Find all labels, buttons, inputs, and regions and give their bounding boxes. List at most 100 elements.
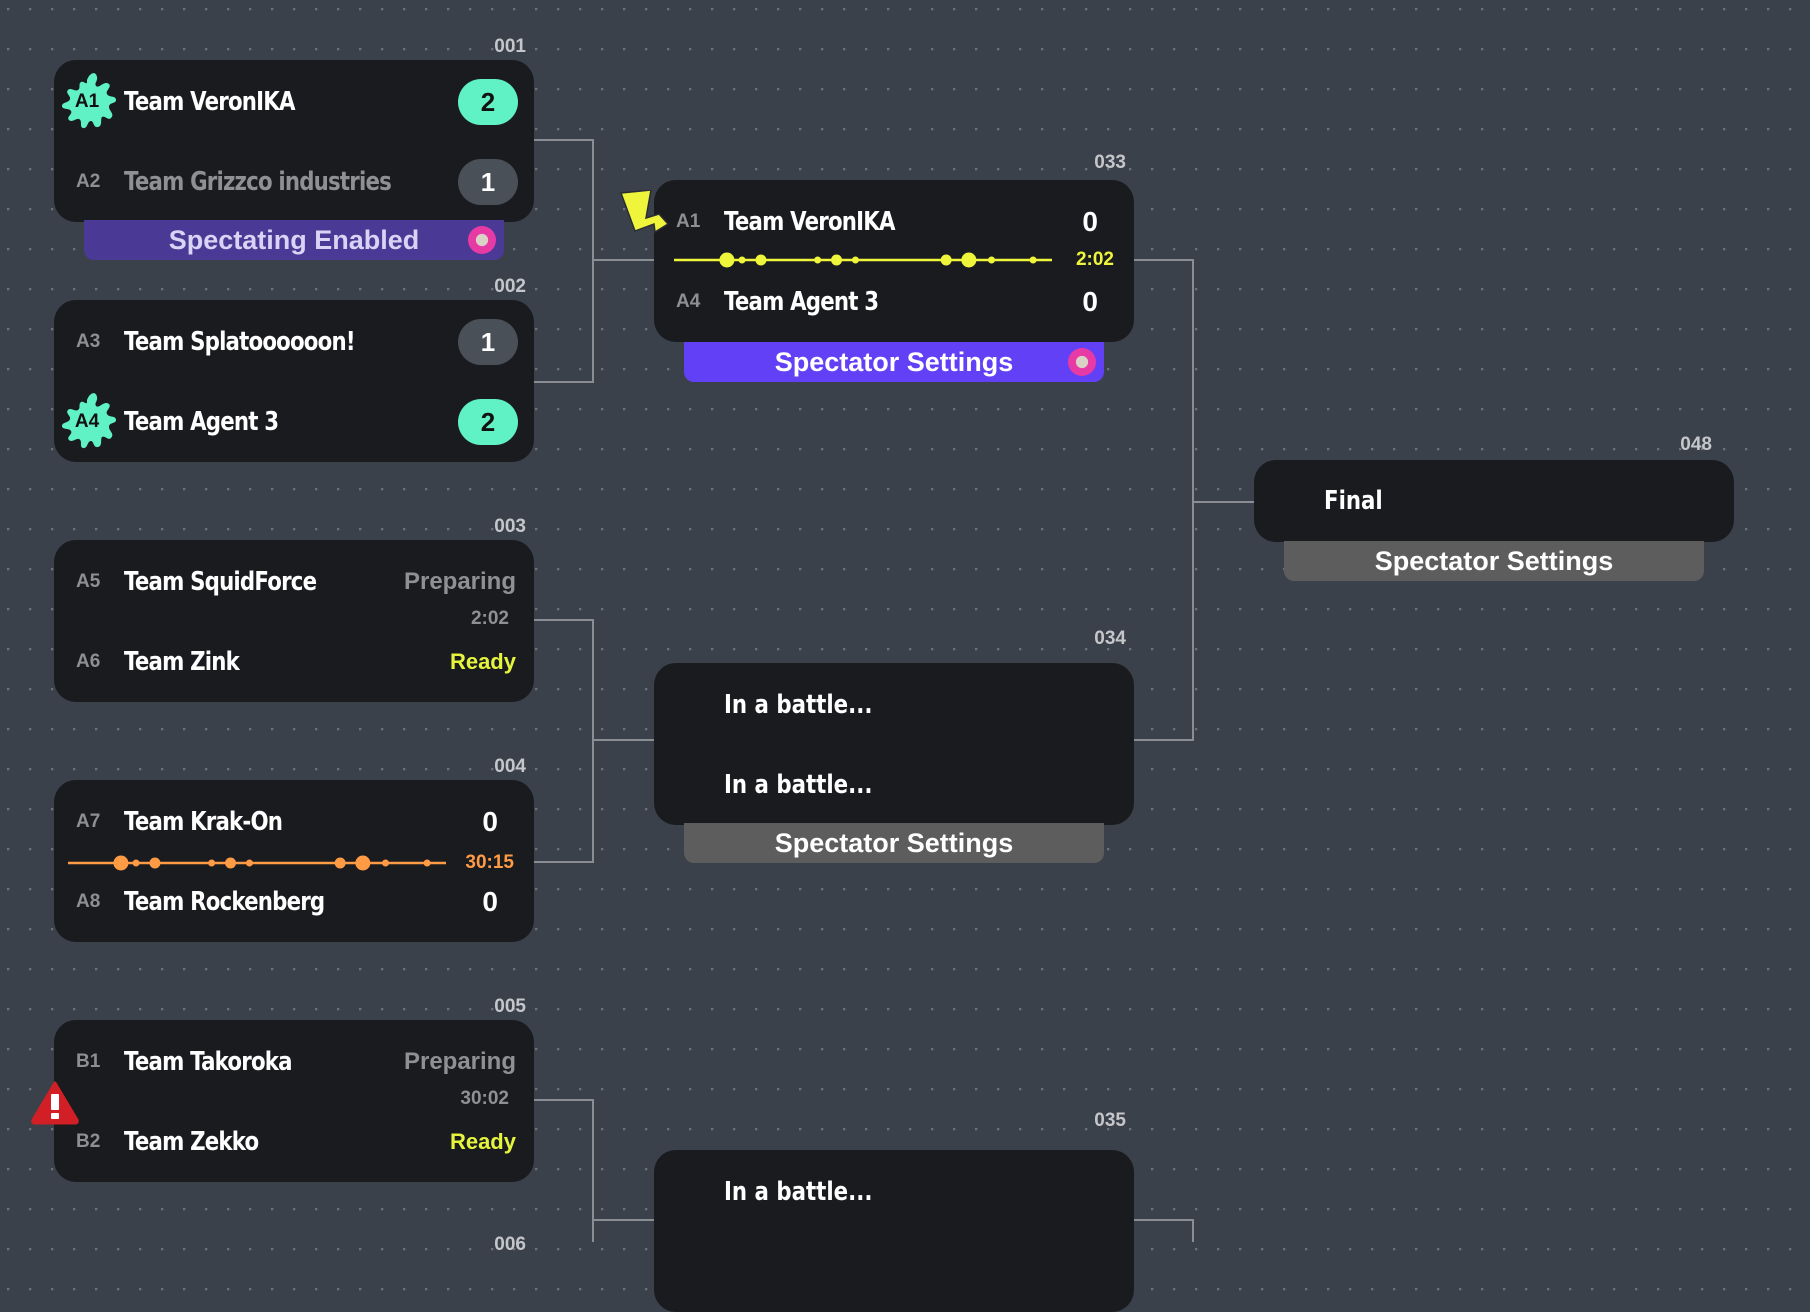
seed-label: A4 [74, 411, 100, 432]
connector-035 [1134, 1219, 1194, 1242]
match-number: 001 [494, 36, 526, 57]
spectator-bar-label: Spectator Settings [1374, 545, 1614, 576]
team-row: A4 Team Agent 3 0 [654, 272, 1134, 332]
seed-label: A6 [76, 651, 101, 672]
spectator-settings-button[interactable]: Spectator Settings [684, 342, 1104, 382]
team-row: A6 Team Zink Ready [54, 632, 534, 692]
timeline-event-dot [814, 256, 822, 264]
connector-003-004 [534, 619, 654, 863]
slot-row: In a battle... [654, 675, 1134, 735]
team-name: Team VeronIKA [124, 87, 295, 117]
spectating-enabled-bar[interactable]: Spectating Enabled [84, 220, 504, 260]
timeline-event-dot [225, 857, 237, 869]
warning-icon[interactable] [30, 1080, 80, 1126]
team-name: Team Zekko [124, 1127, 259, 1157]
team-row: A1 Team VeronIKA 0 [654, 192, 1134, 252]
seed-label: A7 [76, 811, 101, 832]
match-number-partial: 006 [494, 1234, 526, 1255]
connector-001-002 [534, 139, 654, 383]
spectator-bar-label: Spectator Settings [774, 346, 1014, 377]
timeline-event-dot [719, 252, 735, 268]
timeline-event-dot [245, 859, 253, 867]
match-timeline [674, 252, 1052, 268]
match-card-002[interactable]: A3 Team Splatoooooon! 1 A4 Team Agent 3 … [54, 300, 534, 462]
selection-pointer-icon [620, 190, 670, 234]
timeline-event-dot [423, 859, 431, 867]
slot-placeholder: In a battle... [724, 690, 873, 720]
spectator-bar-label: Spectating Enabled [168, 224, 420, 255]
match-number: 048 [1680, 434, 1712, 455]
slot-placeholder: In a battle... [724, 770, 873, 800]
spectator-settings-button[interactable]: Spectator Settings [1284, 541, 1704, 581]
match-number: 033 [1094, 152, 1126, 173]
team-score: 0 [482, 806, 498, 837]
team-name: Team Grizzco industries [124, 167, 392, 197]
match-timer: 2:02 [470, 608, 509, 629]
connector-005-006 [534, 1099, 654, 1242]
team-score: 0 [1082, 286, 1098, 317]
team-name: Team SquidForce [124, 567, 317, 597]
timeline-event-dot [988, 256, 996, 264]
winner-splat-icon: A1 [58, 70, 116, 134]
score-pill: 1 [458, 319, 518, 365]
team-score: 0 [482, 886, 498, 917]
connector-033-034 [1134, 259, 1254, 741]
timeline-event-dot [132, 859, 140, 867]
timeline-event-dot [1029, 256, 1037, 264]
timeline-event-dot [831, 254, 843, 266]
timeline-event-dot [113, 855, 129, 871]
team-name: Team Agent 3 [724, 287, 879, 317]
timeline-event-dot [851, 256, 859, 264]
spectator-avatar-icon [1068, 348, 1096, 376]
team-status: Preparing [403, 1048, 516, 1075]
match-card-033[interactable]: A1 Team VeronIKA 0 2:02 A4 Team Agent 3 … [654, 180, 1134, 342]
spectator-avatar-icon [468, 226, 496, 254]
team-status: Ready [449, 649, 516, 674]
team-row: A3 Team Splatoooooon! 1 [54, 312, 534, 372]
match-card-035[interactable]: In a battle... [654, 1150, 1134, 1312]
score-pill: 2 [458, 399, 518, 445]
seed-label: B1 [76, 1051, 101, 1072]
winner-splat-icon: A4 [58, 390, 116, 454]
match-number: 005 [494, 996, 526, 1017]
team-row: A8 Team Rockenberg 0 [54, 872, 534, 932]
match-card-004[interactable]: A7 Team Krak-On 0 30:15 A8 Team Rockenbe… [54, 780, 534, 942]
team-row: B1 Team Takoroka Preparing [54, 1032, 534, 1092]
seed-label: A4 [676, 291, 701, 312]
seed-label: A1 [74, 91, 100, 112]
match-card-003[interactable]: A5 Team SquidForce Preparing 2:02 A6 Tea… [54, 540, 534, 702]
score-pill: 2 [458, 79, 518, 125]
team-name: Team Splatoooooon! [124, 327, 356, 357]
team-row: A1 Team VeronIKA 2 [54, 72, 534, 132]
seed-label: A3 [76, 331, 101, 352]
timeline-event-dot [208, 859, 216, 867]
match-number: 002 [494, 276, 526, 297]
timeline-event-dot [961, 252, 977, 268]
match-card-005[interactable]: B1 Team Takoroka Preparing 30:02 B2 Team… [54, 1020, 534, 1182]
score-pill: 1 [458, 159, 518, 205]
timeline-event-dot [738, 256, 746, 264]
slot-placeholder: In a battle... [724, 1177, 873, 1207]
timeline-event-dot [755, 254, 767, 266]
match-number: 004 [494, 756, 526, 777]
team-name: Team Agent 3 [124, 407, 279, 437]
match-number: 003 [494, 516, 526, 537]
spectator-bar-label: Spectator Settings [774, 827, 1014, 858]
team-name: Team VeronIKA [724, 207, 895, 237]
team-row: B2 Team Zekko Ready [54, 1112, 534, 1172]
team-row: A2 Team Grizzco industries 1 [54, 152, 534, 212]
final-label: Final [1324, 486, 1383, 516]
team-row: A4 Team Agent 3 2 [54, 392, 534, 452]
match-number: 034 [1094, 628, 1126, 649]
spectator-settings-button[interactable]: Spectator Settings [684, 823, 1104, 863]
timeline-event-dot [355, 855, 371, 871]
team-status: Preparing [403, 568, 516, 595]
match-card-001[interactable]: A1 Team VeronIKA 2 A2 Team Grizzco indus… [54, 60, 534, 222]
match-card-034[interactable]: In a battle... In a battle... [654, 663, 1134, 825]
timeline-event-dot [149, 857, 161, 869]
team-row: A7 Team Krak-On 0 [54, 792, 534, 852]
timeline-event-dot [334, 857, 346, 869]
match-card-final[interactable]: Final [1254, 460, 1734, 542]
team-name: Team Rockenberg [124, 887, 325, 917]
seed-label: A1 [676, 211, 701, 232]
